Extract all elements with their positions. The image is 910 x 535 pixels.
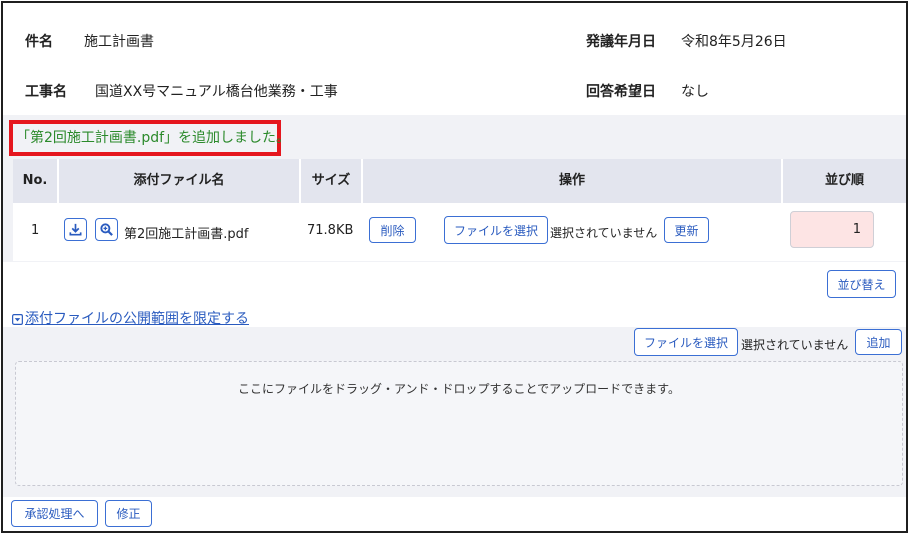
attachment-size: 71.8KB [307, 223, 354, 238]
issue-date-label: 発議年月日 [586, 34, 656, 50]
table-row: 1 第2回施工計画書.pdf 71.8KB 削除 ファイルを選択 選択されていま… [13, 203, 906, 261]
reply-date-label: 回答希望日 [586, 84, 656, 100]
update-button[interactable]: 更新 [664, 217, 709, 243]
scope-toggle-label: 添付ファイルの公開範囲を限定する [25, 311, 249, 327]
work-label: 工事名 [25, 84, 67, 100]
col-no: No. [22, 173, 48, 188]
attachment-filename: 第2回施工計画書.pdf [124, 227, 249, 242]
row-file-select-button[interactable]: ファイルを選択 [444, 216, 548, 244]
col-filename: 添付ファイル名 [133, 173, 225, 188]
info-row-subject: 件名 施工計画書 発議年月日 令和8年5月26日 [3, 15, 906, 65]
col-size: サイズ [311, 173, 351, 188]
row-file-status: 選択されていません [550, 226, 658, 240]
delete-button[interactable]: 削除 [369, 217, 416, 243]
scope-toggle-link[interactable]: 添付ファイルの公開範囲を限定する [12, 308, 249, 328]
subject-label: 件名 [25, 34, 53, 50]
edit-button[interactable]: 修正 [105, 500, 152, 527]
issue-date-value: 令和8年5月26日 [681, 34, 787, 50]
preview-button[interactable] [95, 218, 118, 241]
sort-order-input[interactable]: 1 [790, 211, 874, 248]
col-order: 並び順 [824, 173, 864, 188]
add-button[interactable]: 追加 [855, 329, 902, 355]
col-ops: 操作 [558, 173, 585, 188]
attachment-table-header: No. 添付ファイル名 サイズ 操作 並び順 [13, 159, 906, 203]
upload-file-select-button[interactable]: ファイルを選択 [634, 328, 738, 356]
document-detail-panel: 件名 施工計画書 発議年月日 令和8年5月26日 工事名 国道XX号マニュアル橋… [1, 1, 908, 533]
drop-zone[interactable]: ここにファイルをドラッグ・アンド・ドロップすることでアップロードできます。 [15, 361, 903, 486]
download-button[interactable] [64, 218, 87, 241]
drop-zone-text: ここにファイルをドラッグ・アンド・ドロップすることでアップロードできます。 [238, 382, 680, 396]
info-row-work: 工事名 国道XX号マニュアル橋台他業務・工事 回答希望日 なし [3, 65, 906, 115]
collapse-square-icon [12, 314, 23, 325]
upload-file-status: 選択されていません [741, 338, 849, 352]
row-no: 1 [31, 223, 40, 238]
added-notice: 「第2回施工計画書.pdf」を追加しました。 [9, 120, 290, 156]
magnifier-icon [100, 223, 113, 236]
subject-value: 施工計画書 [84, 34, 154, 50]
approve-button[interactable]: 承認処理へ [11, 500, 98, 527]
reply-date-value: なし [681, 84, 709, 100]
download-icon [69, 223, 82, 236]
work-value: 国道XX号マニュアル橋台他業務・工事 [95, 84, 338, 100]
sort-button[interactable]: 並び替え [827, 270, 896, 298]
